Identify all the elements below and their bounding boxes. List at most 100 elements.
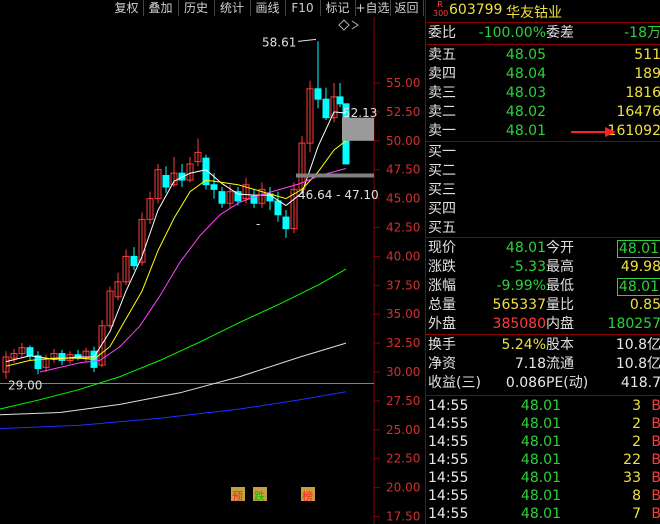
bid-row: 买五 — [426, 219, 660, 238]
arrow-svg — [571, 127, 616, 137]
xianjia-label: 现价 — [428, 240, 456, 256]
candle-body — [282, 216, 290, 230]
bid-row: 买四 — [426, 200, 660, 219]
pe-label: PE(动) — [546, 375, 589, 391]
quote-row: 涨跌 -5.33 最高 49.98 — [426, 258, 660, 277]
ask-price: 48.04 — [505, 66, 546, 82]
divider — [426, 22, 660, 23]
bid-row: 买一 — [426, 143, 660, 162]
tick-price: 48.01 — [520, 434, 561, 450]
y-tick-label: 20.00 — [386, 481, 420, 495]
y-tick-label: 25.00 — [386, 423, 420, 437]
jinkai-value: 48.01 — [616, 240, 660, 258]
jinkai-label: 今开 — [546, 240, 574, 256]
dash-mark: - — [256, 217, 260, 231]
tick-price: 48.01 — [520, 488, 561, 504]
kline-chart[interactable]: 55.00 52.50 50.00 47.50 45.00 42.50 40.00 37.50… — [0, 17, 425, 524]
neipan-value: 180257 — [607, 316, 660, 332]
tick-row: 14:55 48.01 3 B — [426, 397, 660, 415]
y-tick-label: 42.50 — [386, 221, 420, 235]
divider — [426, 44, 660, 45]
tick-price: 48.01 — [520, 416, 561, 432]
jingzi-value: 7.18 — [514, 356, 546, 372]
neipan-label: 内盘 — [546, 316, 574, 332]
tick-volume: 7 — [632, 506, 641, 522]
tick-side: B — [651, 506, 660, 522]
zongliang-value: 565337 — [492, 297, 546, 313]
waipan-value: 385080 — [492, 316, 546, 332]
weibi-label: 委比 — [428, 25, 456, 41]
divider — [426, 237, 660, 238]
y-tick-label: 22.50 — [386, 452, 420, 466]
ask-price: 48.02 — [505, 104, 546, 120]
tick-side: B — [651, 470, 660, 486]
weibi-value: -100.00% — [478, 25, 546, 41]
liangbi-value: 0.85 — [629, 297, 660, 313]
tick-row: 14:55 48.01 8 B — [426, 487, 660, 505]
y-tick-label: 30.00 — [386, 365, 420, 379]
ask-label: 卖一 — [428, 123, 456, 139]
toolbar-button-8[interactable]: 返回 — [390, 0, 424, 16]
shouyi-value: 0.086 — [505, 375, 546, 391]
toolbar-button-3[interactable]: 统计 — [214, 0, 251, 16]
toolbar-button-1[interactable]: 叠加 — [143, 0, 179, 16]
badge-bottom: 300 — [433, 9, 449, 18]
y-tick-label: 17.50 — [386, 510, 420, 524]
tick-side: B — [651, 416, 660, 432]
arrow-icon — [571, 126, 616, 137]
tick-row: 14:55 48.01 2 B — [426, 415, 660, 433]
quote-row: 现价 48.01 今开 48.01 — [426, 239, 660, 258]
ask-row: 卖五 48.05 511 — [426, 46, 660, 65]
quote-row: 总量 565337 量比 0.85 — [426, 296, 660, 315]
marker-label: 预 — [232, 490, 243, 503]
ma60-line — [0, 268, 347, 410]
guben-label: 股本 — [546, 337, 574, 353]
bid-label: 买一 — [428, 144, 456, 160]
high-pointer — [297, 38, 317, 42]
toolbar-button-4[interactable]: 画线 — [250, 0, 286, 16]
candle-body — [336, 96, 344, 105]
tick-row: 14:55 48.01 22 B — [426, 451, 660, 469]
y-tick-label: 37.50 — [386, 278, 420, 292]
tick-side: B — [651, 398, 660, 414]
toolbar-button-0[interactable]: 复权 — [110, 0, 144, 16]
range-label: 46.64 - 47.10 — [298, 188, 379, 202]
tick-price: 48.01 — [520, 506, 561, 522]
shouyi-label: 收益(三) — [428, 375, 481, 391]
toolbar-button-2[interactable]: 历史 — [178, 0, 215, 16]
toolbar-button-7[interactable]: +自选 — [355, 0, 391, 16]
ask-volume: 511 — [634, 47, 660, 63]
toolbar-button-5[interactable]: F10 — [285, 0, 321, 16]
tick-volume: 2 — [632, 416, 641, 432]
ask-label: 卖五 — [428, 47, 456, 63]
candle-body — [58, 353, 66, 361]
zuidi-label: 最低 — [546, 278, 574, 294]
stock-header: R 300 603799 华友钴业 — [426, 0, 660, 22]
y-tick-label: 52.50 — [386, 105, 420, 119]
zhangdie-label: 涨跌 — [428, 259, 456, 275]
weibi-row: 委比 -100.00% 委差 -18万 — [426, 24, 660, 43]
candle-body — [274, 200, 282, 216]
candle-body — [162, 174, 170, 188]
ma250-line — [0, 391, 347, 430]
waipan-label: 外盘 — [428, 316, 456, 332]
zuigao-value: 49.98 — [620, 259, 660, 275]
toolbar-button-6[interactable]: 标记 — [320, 0, 356, 16]
ask-label: 卖三 — [428, 85, 456, 101]
tick-row: 14:55 48.01 7 B — [426, 505, 660, 523]
tick-time: 14:55 — [428, 506, 469, 522]
candle-body — [130, 255, 138, 267]
ask-price: 48.05 — [505, 47, 546, 63]
kline-svg: 55.00 52.50 50.00 47.50 45.00 42.50 40.00 37.50… — [0, 17, 420, 524]
y-tick-label: 47.50 — [386, 163, 420, 177]
bid-label: 买二 — [428, 163, 456, 179]
ask-row: 卖二 48.02 16476 — [426, 103, 660, 122]
liangbi-label: 量比 — [546, 297, 574, 313]
zhangfu-label: 涨幅 — [428, 278, 456, 294]
tick-row: 14:55 48.01 33 B — [426, 469, 660, 487]
toolbar: 复权 叠加 历史 统计 画线 F10 标记 +自选 返回 — [0, 0, 425, 17]
quote-row: 外盘 385080 内盘 180257 — [426, 315, 660, 334]
ma10-line — [5, 140, 347, 367]
tick-time: 14:55 — [428, 452, 469, 468]
marker-label: 跌 — [254, 489, 265, 503]
